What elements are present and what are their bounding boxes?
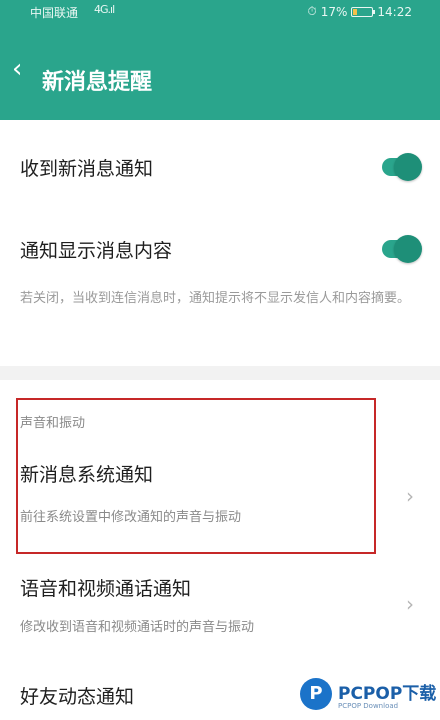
watermark: P PCPOP下载 PCPOP Download bbox=[300, 678, 436, 710]
watermark-brand: PCPOP下载 bbox=[338, 683, 437, 704]
status-right: ⏱ 17% 14:22 bbox=[307, 4, 412, 19]
page-title: 新消息提醒 bbox=[42, 70, 153, 95]
battery-percent: 17% bbox=[320, 4, 348, 19]
pcpop-logo-icon: P bbox=[300, 678, 332, 710]
highlight-box bbox=[16, 398, 376, 554]
content-note: 若关闭，当收到连信消息时，通知提示将不显示发信人和内容摘要。 bbox=[20, 291, 411, 306]
alarm-icon: ⏱ bbox=[307, 4, 317, 18]
app-header: ‹ 新消息提醒 bbox=[0, 26, 440, 120]
setting-label: 收到新消息通知 bbox=[20, 158, 154, 180]
setting-label: 通知显示消息内容 bbox=[20, 240, 173, 262]
section-divider bbox=[0, 366, 440, 380]
setting-label: 语音和视频通话通知 bbox=[20, 578, 192, 600]
battery-icon bbox=[351, 6, 376, 17]
setting-subtitle: 修改收到语音和视频通话时的声音与振动 bbox=[20, 620, 255, 635]
status-bar: 中国联通 4G.ıl ⏱ 17% 14:22 bbox=[0, 0, 440, 26]
chevron-right-icon: › bbox=[406, 592, 414, 616]
chevron-right-icon: › bbox=[406, 484, 414, 508]
carrier-name: 中国联通 bbox=[30, 6, 79, 20]
setting-label: 好友动态通知 bbox=[20, 686, 135, 708]
watermark-text: PCPOP下载 PCPOP Download bbox=[338, 679, 436, 710]
setting-voice-video[interactable]: 语音和视频通话通知 修改收到语音和视频通话时的声音与振动 › bbox=[0, 560, 440, 660]
setting-show-content[interactable]: 通知显示消息内容 bbox=[0, 212, 440, 282]
setting-receive-new[interactable]: 收到新消息通知 bbox=[0, 120, 440, 212]
chevron-left-icon[interactable]: ‹ bbox=[12, 56, 22, 82]
show-content-toggle[interactable] bbox=[382, 235, 422, 263]
receive-new-toggle[interactable] bbox=[382, 153, 422, 181]
signal-icon: 4G.ıl bbox=[94, 3, 115, 16]
clock: 14:22 bbox=[377, 4, 412, 19]
